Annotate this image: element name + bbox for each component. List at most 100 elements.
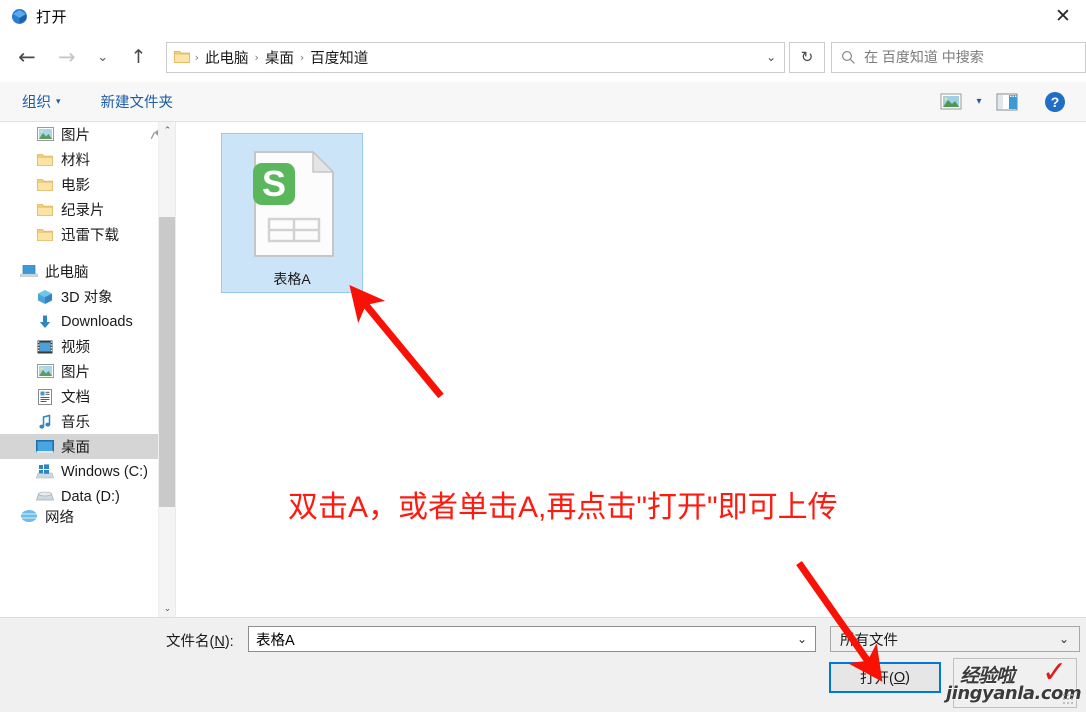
sidebar-item-label: 材料 bbox=[61, 153, 90, 169]
open-label-post: ) bbox=[905, 669, 910, 686]
drive-icon bbox=[36, 488, 54, 506]
scroll-up-icon[interactable]: ⌃ bbox=[159, 122, 175, 139]
sidebar-item-cailiao[interactable]: 材料 bbox=[0, 147, 175, 172]
open-dialog-icon bbox=[10, 7, 28, 25]
sidebar-item-this-pc[interactable]: 此电脑 bbox=[0, 259, 175, 284]
back-button[interactable]: ← bbox=[12, 42, 42, 72]
3d-objects-icon bbox=[36, 288, 54, 306]
folder-icon bbox=[36, 201, 54, 219]
filename-label-pre: 文件名( bbox=[166, 634, 215, 650]
sidebar-item-label: Downloads bbox=[61, 313, 133, 330]
sidebar-item-label: 3D 对象 bbox=[61, 290, 113, 306]
filename-label: 文件名(N): bbox=[166, 630, 234, 651]
recent-locations-button[interactable]: ⌄ bbox=[88, 42, 118, 72]
windows-drive-icon bbox=[36, 463, 54, 481]
help-icon[interactable]: ? bbox=[1038, 87, 1072, 117]
new-folder-button[interactable]: 新建文件夹 bbox=[93, 87, 182, 116]
file-name-label: 表格A bbox=[273, 271, 311, 287]
sidebar-item-videos[interactable]: 视频 bbox=[0, 334, 175, 359]
file-item[interactable]: S 表格A bbox=[221, 133, 363, 293]
address-bar[interactable]: › 此电脑 › 桌面 › 百度知道 ⌄ bbox=[165, 41, 786, 73]
sidebar-item-label: 纪录片 bbox=[61, 203, 105, 219]
sidebar-item-label: 网络 bbox=[45, 509, 74, 524]
search-input[interactable]: 在 百度知道 中搜索 bbox=[864, 47, 984, 67]
breadcrumb-item-1[interactable]: 桌面 bbox=[260, 45, 299, 70]
sidebar-item-pictures-quick[interactable]: 图片 bbox=[0, 122, 175, 147]
downloads-icon bbox=[36, 313, 54, 331]
sidebar-item-data-d[interactable]: Data (D:) bbox=[0, 484, 175, 509]
breadcrumb-item-0[interactable]: 此电脑 bbox=[200, 45, 254, 70]
view-mode-icon[interactable] bbox=[934, 87, 968, 117]
svg-text:?: ? bbox=[1051, 94, 1060, 110]
organize-button[interactable]: 组织 ▾ bbox=[14, 87, 69, 116]
folder-icon bbox=[36, 226, 54, 244]
filename-input[interactable]: 表格A ⌄ bbox=[248, 626, 816, 652]
sidebar-item-windows-c[interactable]: Windows (C:) bbox=[0, 459, 175, 484]
sidebar-item-xunlei-downloads[interactable]: 迅雷下载 bbox=[0, 222, 175, 247]
sidebar-item-desktop[interactable]: 桌面 bbox=[0, 434, 175, 459]
filename-value: 表格A bbox=[256, 632, 295, 649]
scrollbar-track[interactable] bbox=[159, 139, 175, 600]
sidebar-item-dianying[interactable]: 电影 bbox=[0, 172, 175, 197]
scroll-down-icon[interactable]: ⌄ bbox=[159, 600, 175, 617]
filename-label-post: ): bbox=[224, 634, 234, 650]
refresh-button[interactable]: ↻ bbox=[789, 41, 826, 73]
file-list-pane[interactable]: S 表格A bbox=[175, 122, 1086, 617]
organize-label: 组织 bbox=[22, 95, 51, 111]
chevron-down-icon[interactable]: ▾ bbox=[968, 87, 990, 117]
filetype-select[interactable]: 所有文件 ⌄ bbox=[830, 626, 1080, 652]
sidebar-scrollbar[interactable]: ⌃ ⌄ bbox=[158, 122, 175, 617]
close-icon[interactable]: ✕ bbox=[1040, 0, 1086, 32]
breadcrumb-item-2[interactable]: 百度知道 bbox=[305, 45, 373, 70]
instruction-annotation: 双击A，或者单击A,再点击"打开"即可上传 bbox=[288, 491, 838, 524]
sidebar-item-label: 音乐 bbox=[61, 415, 90, 431]
desktop-icon bbox=[36, 438, 54, 456]
sidebar-item-label: 迅雷下载 bbox=[61, 228, 119, 244]
sidebar-item-downloads[interactable]: Downloads bbox=[0, 309, 175, 334]
sidebar-item-jilupian[interactable]: 纪录片 bbox=[0, 197, 175, 222]
watermark-url: jingyanla.com bbox=[945, 683, 1082, 705]
search-icon bbox=[841, 50, 856, 65]
sidebar-item-label: 图片 bbox=[61, 128, 90, 144]
chevron-down-icon[interactable]: ⌄ bbox=[766, 50, 776, 64]
navigation-sidebar[interactable]: 图片 材料 电影 纪录片 迅雷下载 此电脑 3D 对象 Downloads 视频… bbox=[0, 122, 175, 617]
window-title: 打开 bbox=[36, 8, 68, 26]
open-button[interactable]: 打开(O) bbox=[829, 662, 941, 693]
chevron-down-icon[interactable]: ⌄ bbox=[1059, 632, 1069, 646]
documents-icon bbox=[36, 388, 54, 406]
scrollbar-thumb[interactable] bbox=[159, 217, 175, 507]
title-bar: 打开 ✕ bbox=[0, 0, 1086, 32]
chevron-down-icon[interactable]: ⌄ bbox=[797, 632, 807, 646]
main-area: 图片 材料 电影 纪录片 迅雷下载 此电脑 3D 对象 Downloads 视频… bbox=[0, 122, 1086, 617]
sidebar-item-label: 视频 bbox=[61, 340, 90, 356]
chevron-down-icon: ▾ bbox=[56, 96, 61, 107]
wps-spreadsheet-icon: S bbox=[245, 149, 339, 264]
sidebar-item-3d-objects[interactable]: 3D 对象 bbox=[0, 284, 175, 309]
sidebar-item-pictures[interactable]: 图片 bbox=[0, 359, 175, 384]
videos-icon bbox=[36, 338, 54, 356]
resize-grip-icon bbox=[1062, 693, 1074, 705]
up-button[interactable]: ↑ bbox=[124, 42, 154, 72]
folder-icon bbox=[173, 50, 190, 64]
search-box[interactable]: 在 百度知道 中搜索 bbox=[831, 41, 1086, 73]
folder-icon bbox=[36, 151, 54, 169]
open-label-pre: 打开( bbox=[860, 671, 894, 687]
pictures-icon bbox=[36, 363, 54, 381]
pictures-icon bbox=[36, 126, 54, 144]
network-icon bbox=[20, 509, 38, 523]
forward-button[interactable]: → bbox=[52, 42, 82, 72]
navigation-bar: ← → ⌄ ↑ › 此电脑 › 桌面 › 百度知道 ⌄ ↻ 在 百度知道 中搜索 bbox=[0, 32, 1086, 82]
sidebar-item-documents[interactable]: 文档 bbox=[0, 384, 175, 409]
svg-text:S: S bbox=[262, 163, 286, 204]
sidebar-item-label: Data (D:) bbox=[61, 488, 120, 505]
sidebar-item-label: 图片 bbox=[61, 365, 90, 381]
sidebar-item-label: 此电脑 bbox=[45, 265, 89, 281]
sidebar-item-label: 桌面 bbox=[61, 440, 90, 456]
sidebar-item-music[interactable]: 音乐 bbox=[0, 409, 175, 434]
toolbar-right-group: ▾ ? bbox=[934, 87, 1086, 117]
sidebar-item-label: 文档 bbox=[61, 390, 90, 406]
sidebar-item-network[interactable]: 网络 bbox=[0, 509, 175, 523]
preview-pane-icon[interactable] bbox=[990, 87, 1024, 117]
folder-icon bbox=[36, 176, 54, 194]
command-toolbar: 组织 ▾ 新建文件夹 ▾ ? bbox=[0, 82, 1086, 122]
